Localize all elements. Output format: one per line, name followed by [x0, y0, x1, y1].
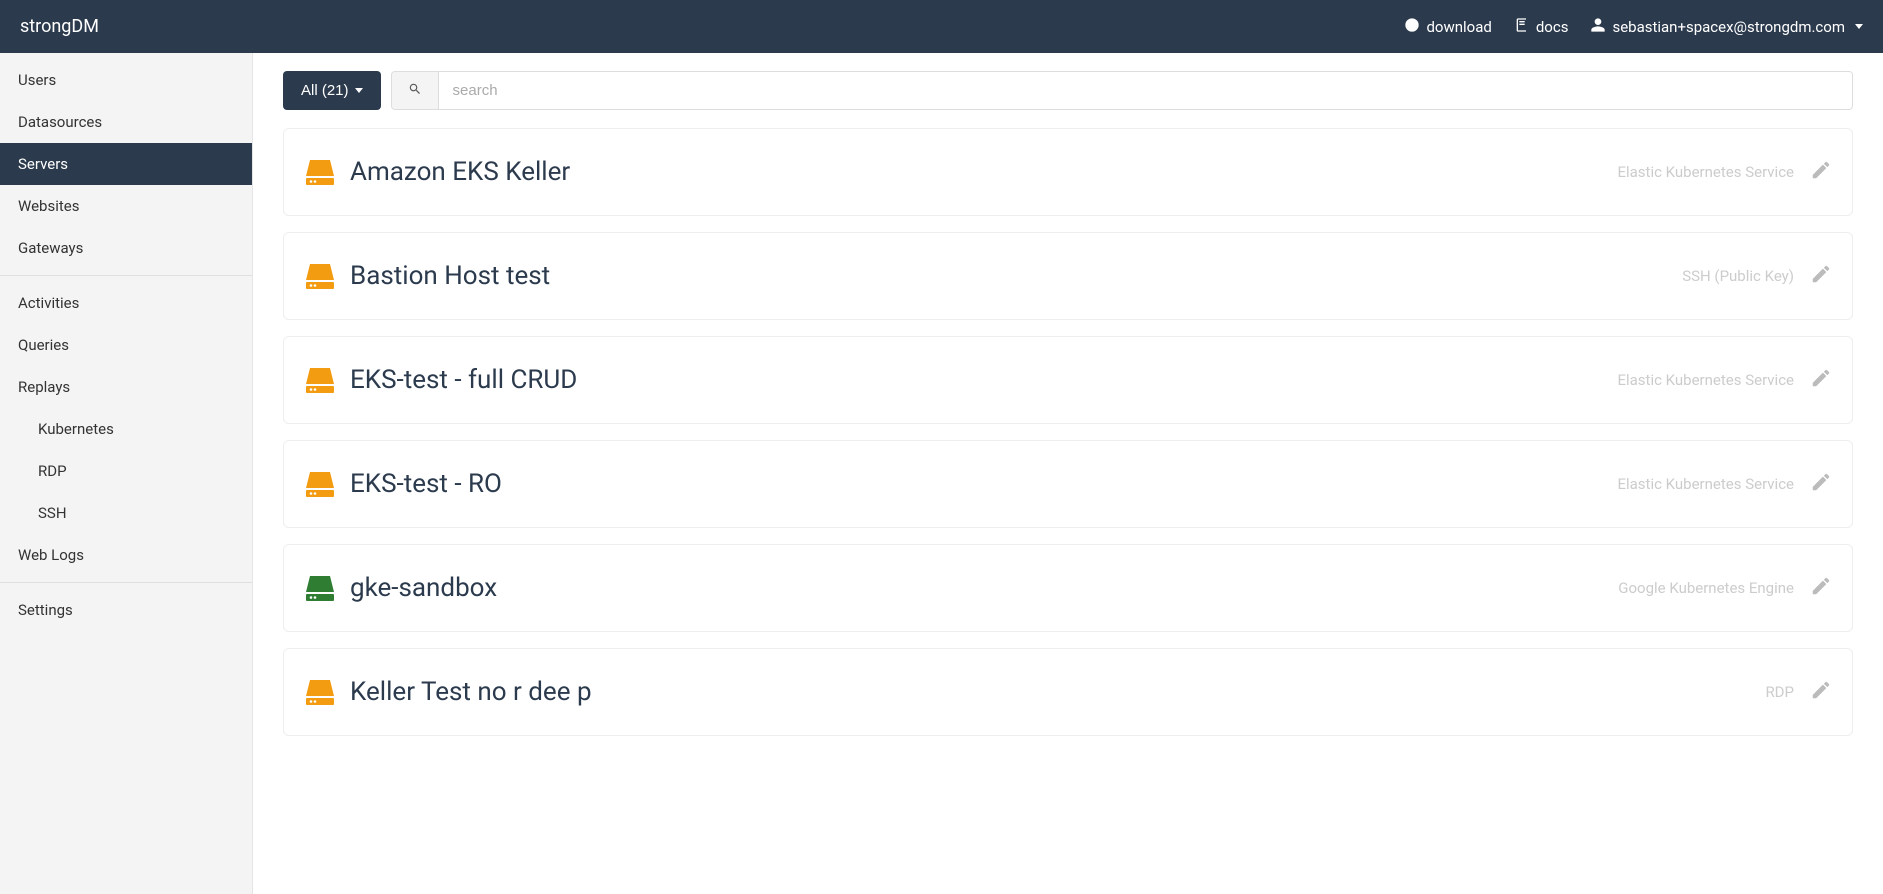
server-card-left: EKS-test - full CRUD	[304, 365, 577, 395]
server-card[interactable]: Bastion Host test SSH (Public Key)	[283, 232, 1853, 320]
server-name: EKS-test - full CRUD	[350, 365, 577, 395]
chevron-down-icon	[355, 88, 363, 93]
edit-icon[interactable]	[1810, 367, 1832, 393]
server-card-right: SSH (Public Key)	[1682, 263, 1832, 289]
server-card[interactable]: gke-sandbox Google Kubernetes Engine	[283, 544, 1853, 632]
sidebar-subitem-kubernetes[interactable]: Kubernetes	[0, 408, 252, 450]
server-icon	[304, 158, 336, 186]
sidebar-item-replays[interactable]: Replays	[0, 366, 252, 408]
server-card-right: Google Kubernetes Engine	[1618, 575, 1832, 601]
download-link[interactable]: download	[1404, 17, 1491, 37]
sidebar-divider	[0, 275, 252, 276]
server-card-right: Elastic Kubernetes Service	[1617, 159, 1832, 185]
sidebar-subitem-ssh[interactable]: SSH	[0, 492, 252, 534]
sidebar-item-gateways[interactable]: Gateways	[0, 227, 252, 269]
sidebar-subitem-rdp[interactable]: RDP	[0, 450, 252, 492]
chevron-down-icon	[1855, 24, 1863, 29]
header: strongDM download docs sebastian+spacex@…	[0, 0, 1883, 53]
server-card-left: gke-sandbox	[304, 573, 497, 603]
server-type: Elastic Kubernetes Service	[1617, 475, 1794, 493]
sidebar-item-weblogs[interactable]: Web Logs	[0, 534, 252, 576]
user-email: sebastian+spacex@strongdm.com	[1612, 18, 1845, 36]
search-icon	[408, 82, 422, 99]
server-name: gke-sandbox	[350, 573, 497, 603]
server-icon	[304, 574, 336, 602]
server-icon	[304, 262, 336, 290]
sidebar-item-activities[interactable]: Activities	[0, 282, 252, 324]
server-card[interactable]: EKS-test - RO Elastic Kubernetes Service	[283, 440, 1853, 528]
server-icon	[304, 366, 336, 394]
search-input[interactable]	[439, 72, 1852, 109]
edit-icon[interactable]	[1810, 159, 1832, 185]
server-card-right: Elastic Kubernetes Service	[1617, 471, 1832, 497]
server-card-left: Keller Test no r dee p	[304, 677, 592, 707]
filter-dropdown[interactable]: All (21)	[283, 71, 381, 110]
edit-icon[interactable]	[1810, 263, 1832, 289]
server-type: SSH (Public Key)	[1682, 267, 1794, 285]
sidebar-item-settings[interactable]: Settings	[0, 589, 252, 631]
docs-label: docs	[1536, 18, 1569, 36]
server-card[interactable]: Keller Test no r dee p RDP	[283, 648, 1853, 736]
sidebar-item-users[interactable]: Users	[0, 59, 252, 101]
edit-icon[interactable]	[1810, 575, 1832, 601]
server-list: Amazon EKS Keller Elastic Kubernetes Serv…	[283, 128, 1853, 736]
server-card-left: Bastion Host test	[304, 261, 550, 291]
server-type: Elastic Kubernetes Service	[1617, 371, 1794, 389]
user-menu[interactable]: sebastian+spacex@strongdm.com	[1590, 17, 1863, 37]
server-card-left: EKS-test - RO	[304, 469, 502, 499]
book-icon	[1514, 17, 1530, 37]
server-icon	[304, 678, 336, 706]
sidebar-item-datasources[interactable]: Datasources	[0, 101, 252, 143]
download-icon	[1404, 17, 1420, 37]
header-actions: download docs sebastian+spacex@strongdm.…	[1404, 17, 1863, 37]
search-group	[391, 71, 1853, 110]
sidebar-divider	[0, 582, 252, 583]
server-type: Elastic Kubernetes Service	[1617, 163, 1794, 181]
server-card[interactable]: Amazon EKS Keller Elastic Kubernetes Serv…	[283, 128, 1853, 216]
sidebar-item-servers[interactable]: Servers	[0, 143, 252, 185]
brand-logo[interactable]: strongDM	[20, 16, 99, 37]
edit-icon[interactable]	[1810, 471, 1832, 497]
server-type: Google Kubernetes Engine	[1618, 579, 1794, 597]
user-icon	[1590, 17, 1606, 37]
server-card-right: RDP	[1765, 679, 1832, 705]
sidebar: Users Datasources Servers Websites Gatew…	[0, 53, 253, 894]
docs-link[interactable]: docs	[1514, 17, 1569, 37]
server-icon	[304, 470, 336, 498]
server-name: EKS-test - RO	[350, 469, 502, 499]
server-name: Amazon EKS Keller	[350, 157, 570, 187]
server-card[interactable]: EKS-test - full CRUD Elastic Kubernetes S…	[283, 336, 1853, 424]
server-type: RDP	[1765, 683, 1794, 701]
server-card-right: Elastic Kubernetes Service	[1617, 367, 1832, 393]
sidebar-item-queries[interactable]: Queries	[0, 324, 252, 366]
server-card-left: Amazon EKS Keller	[304, 157, 570, 187]
sidebar-item-websites[interactable]: Websites	[0, 185, 252, 227]
main-content: All (21) Amazon EKS Keller Elastic Kubern…	[253, 53, 1883, 894]
server-name: Keller Test no r dee p	[350, 677, 592, 707]
toolbar: All (21)	[283, 71, 1853, 110]
filter-label: All (21)	[301, 82, 349, 99]
layout: Users Datasources Servers Websites Gatew…	[0, 53, 1883, 894]
edit-icon[interactable]	[1810, 679, 1832, 705]
search-button[interactable]	[392, 72, 439, 109]
server-name: Bastion Host test	[350, 261, 550, 291]
download-label: download	[1426, 18, 1491, 36]
